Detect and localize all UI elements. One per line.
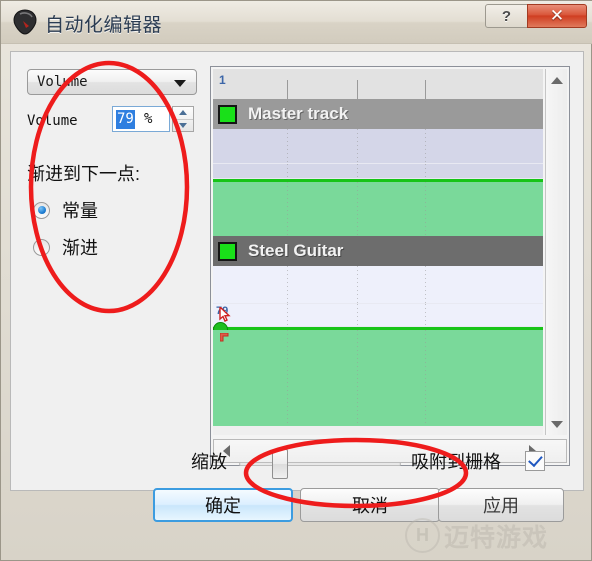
automation-region-guitar[interactable] [213,330,543,426]
automation-lane-guitar-lower[interactable]: 79 [213,304,543,327]
spinner-down-icon[interactable] [173,120,193,132]
track-header-steel-guitar[interactable]: Steel Guitar [213,236,543,266]
window-title: 自动化编辑器 [45,15,163,36]
track-header-master[interactable]: Master track [213,99,543,129]
automation-region-master[interactable] [213,182,543,236]
volume-value: 79 [116,110,135,129]
track-name-steel-guitar: Steel Guitar [248,241,344,260]
volume-unit: % [144,111,153,127]
track-color-swatch-icon [218,104,237,124]
ok-button[interactable]: 确定 [153,488,293,522]
guitar-pick-icon [13,9,37,35]
tracks-horizontal-scrollbar[interactable] [213,439,567,463]
radio-constant-label: 常量 [62,201,98,221]
volume-input[interactable]: 79 % [112,106,170,132]
track-automation-panel: 1 Master track Steel Guitar [210,66,570,466]
tracks-vertical-scrollbar[interactable] [545,69,567,435]
automation-lane-guitar-upper[interactable] [213,266,543,304]
help-button[interactable]: ? [485,4,528,28]
automation-lane-master-upper[interactable] [213,129,543,164]
tracks-viewport[interactable]: Master track Steel Guitar [213,99,543,435]
snap-to-grid-checkbox[interactable] [525,451,545,471]
dialog-body: Volume Volume 79 % 渐进到下一点: 常量 渐进 1 Maste… [10,51,584,491]
spinner-up-icon[interactable] [173,107,193,120]
window-controls: ? ✕ [485,4,587,28]
radio-gradual-label: 渐进 [62,238,98,258]
automation-editor-window: 自动化编辑器 ? ✕ Volume Volume 79 % 渐进到下一点: 常量 [0,0,592,561]
watermark-text: 迈特游戏 [444,523,549,552]
parameter-combobox[interactable]: Volume [27,69,197,95]
fade-group-label: 渐进到下一点: [27,164,141,184]
zoom-slider-handle[interactable] [272,449,288,479]
volume-stepper[interactable] [172,106,194,132]
scroll-down-icon[interactable] [546,413,568,435]
point-handle-icon [219,332,232,344]
watermark-logo: H [405,518,440,553]
volume-label: Volume [27,113,78,129]
parameter-combobox-value: Volume [37,74,88,90]
automation-lane-master-lower[interactable] [213,164,543,179]
snap-to-grid-label: 吸附到栅格 [411,452,501,472]
track-name-master: Master track [248,104,349,123]
zoom-label: 缩放 [191,452,227,472]
timeline-ruler[interactable]: 1 [213,69,543,100]
track-color-swatch-icon [218,241,237,261]
radio-constant[interactable]: 常量 [33,197,98,223]
close-button[interactable]: ✕ [527,4,587,28]
radio-gradual[interactable]: 渐进 [33,234,98,260]
scroll-up-icon[interactable] [546,69,568,91]
watermark: H 迈特游戏 [405,513,590,558]
ruler-measure-number: 1 [219,73,226,87]
checkmark-icon [527,452,543,468]
zoom-slider-track[interactable] [239,462,401,466]
chevron-down-icon [174,80,186,87]
radio-constant-indicator[interactable] [33,201,50,219]
edit-cursor-icon [219,305,233,323]
radio-gradual-indicator[interactable] [33,238,50,256]
title-bar: 自动化编辑器 ? ✕ [1,1,592,44]
